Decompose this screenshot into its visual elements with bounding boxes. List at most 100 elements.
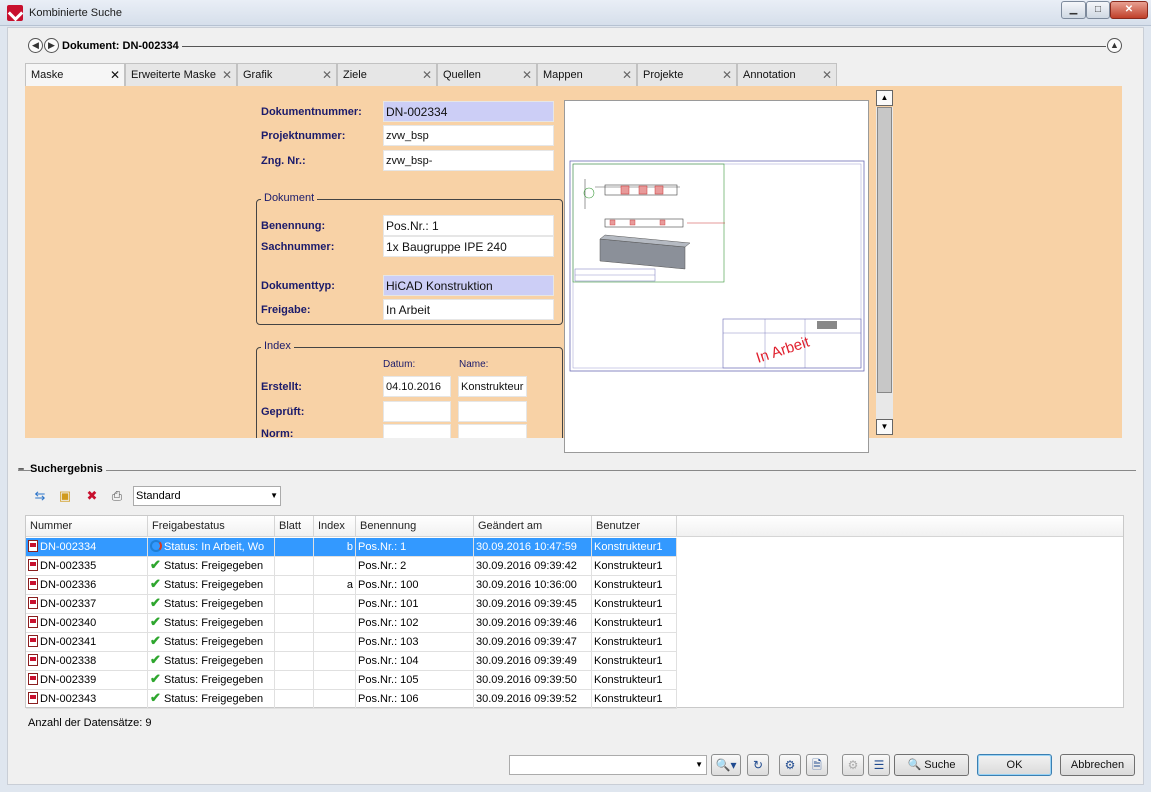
table-row[interactable]: DN-002343 ✔ Status: Freigegeben Pos.Nr.: 10… bbox=[26, 690, 677, 709]
table-cell-benutzer: Konstrukteur1 bbox=[592, 538, 677, 557]
close-tab-icon[interactable]: ✕ bbox=[422, 64, 432, 86]
geprueft-datum-field[interactable] bbox=[383, 401, 451, 422]
datum-column-header: Datum: bbox=[383, 359, 416, 370]
minimize-button[interactable]: ▁ bbox=[1061, 1, 1086, 19]
cell-text: Pos.Nr.: 100 bbox=[358, 579, 419, 591]
document-icon bbox=[28, 540, 38, 552]
column-header-benennung[interactable]: Benennung bbox=[356, 516, 474, 537]
reload-button[interactable]: ↻ bbox=[747, 754, 769, 776]
tab-projekte[interactable]: Projekte ✕ bbox=[637, 63, 737, 86]
table-row[interactable]: DN-002337 ✔ Status: Freigegeben Pos.Nr.: 10… bbox=[26, 595, 677, 614]
projektnummer-field[interactable]: zvw_bsp bbox=[383, 125, 554, 146]
close-tab-icon[interactable]: ✕ bbox=[722, 64, 732, 86]
cell-text: Konstrukteur1 bbox=[594, 636, 663, 648]
table-row[interactable]: DN-002341 ✔ Status: Freigegeben Pos.Nr.: 10… bbox=[26, 633, 677, 652]
table-row[interactable]: DN-002334 Status: In Arbeit, Wo b Pos.Nr.: … bbox=[26, 538, 677, 557]
zng-nr-field[interactable]: zvw_bsp- bbox=[383, 150, 554, 171]
forward-arrow-icon[interactable]: ▶ bbox=[44, 38, 59, 53]
table-row[interactable]: DN-002340 ✔ Status: Freigegeben Pos.Nr.: 10… bbox=[26, 614, 677, 633]
tab-grafik[interactable]: Grafik ✕ bbox=[237, 63, 337, 86]
tab-ziele[interactable]: Ziele ✕ bbox=[337, 63, 437, 86]
mask-scrollbar[interactable]: ▲ ▼ bbox=[876, 90, 893, 436]
cell-text: Pos.Nr.: 103 bbox=[358, 636, 419, 648]
ok-button[interactable]: OK bbox=[977, 754, 1052, 776]
search-options-button[interactable]: 🔍▾ bbox=[711, 754, 741, 776]
freigabe-field[interactable]: In Arbeit bbox=[383, 299, 554, 320]
tab-label: Quellen bbox=[443, 69, 481, 81]
table-cell-geaendert: 30.09.2016 09:39:50 bbox=[474, 671, 592, 690]
close-tab-icon[interactable]: ✕ bbox=[522, 64, 532, 86]
tab-mappen[interactable]: Mappen ✕ bbox=[537, 63, 637, 86]
geprueft-name-field[interactable] bbox=[458, 401, 527, 422]
delete-icon[interactable]: ✖ bbox=[83, 487, 101, 505]
table-cell-geaendert: 30.09.2016 10:36:00 bbox=[474, 576, 592, 595]
cell-text: DN-002335 bbox=[40, 560, 97, 572]
close-tab-icon[interactable]: ✕ bbox=[222, 64, 232, 86]
cell-text: 30.09.2016 09:39:50 bbox=[476, 674, 577, 686]
table-row[interactable]: DN-002339 ✔ Status: Freigegeben Pos.Nr.: 10… bbox=[26, 671, 677, 690]
table-cell-status: Status: In Arbeit, Wo bbox=[148, 538, 275, 557]
close-tab-icon[interactable]: ✕ bbox=[822, 64, 832, 86]
view-select-value: Standard bbox=[136, 490, 181, 502]
view-select[interactable]: Standard ▼ bbox=[133, 486, 281, 506]
refresh-results-icon[interactable]: ⇆ bbox=[31, 487, 49, 505]
column-header-index[interactable]: Index bbox=[314, 516, 356, 537]
erstellt-name-field[interactable]: Konstrukteur bbox=[458, 376, 527, 397]
erstellt-datum-field[interactable]: 04.10.2016 bbox=[383, 376, 451, 397]
cell-text: Konstrukteur1 bbox=[594, 674, 663, 686]
dokumentnummer-field[interactable]: DN-002334 bbox=[383, 101, 554, 122]
settings-button[interactable]: ⚙ bbox=[779, 754, 801, 776]
norm-name-field[interactable] bbox=[458, 424, 527, 438]
column-header-geaendert-am[interactable]: Geändert am bbox=[474, 516, 592, 537]
abbrechen-button[interactable]: Abbrechen bbox=[1060, 754, 1135, 776]
column-header-benutzer[interactable]: Benutzer bbox=[592, 516, 677, 537]
table-cell-index bbox=[314, 614, 356, 633]
cell-text: DN-002341 bbox=[40, 636, 97, 648]
collapse-chevron-icon[interactable]: ▲ bbox=[1107, 38, 1122, 53]
scroll-up-icon[interactable]: ▲ bbox=[876, 90, 893, 106]
table-cell-nummer: DN-002339 bbox=[26, 671, 148, 690]
cell-text: Konstrukteur1 bbox=[594, 598, 663, 610]
scroll-down-icon[interactable]: ▼ bbox=[876, 419, 893, 435]
document-export-button[interactable]: 🗎 bbox=[806, 754, 828, 776]
table-cell-status: ✔ Status: Freigegeben bbox=[148, 652, 275, 671]
list-view-button[interactable]: ☰ bbox=[868, 754, 890, 776]
suche-button[interactable]: 🔍 Suche bbox=[894, 754, 969, 776]
dokumenttyp-field[interactable]: HiCAD Konstruktion bbox=[383, 275, 554, 296]
column-header-freigabestatus[interactable]: Freigabestatus bbox=[148, 516, 275, 537]
tab-quellen[interactable]: Quellen ✕ bbox=[437, 63, 537, 86]
table-row[interactable]: DN-002335 ✔ Status: Freigegeben Pos.Nr.: 2 3… bbox=[26, 557, 677, 576]
close-tab-icon[interactable]: ✕ bbox=[322, 64, 332, 86]
close-tab-icon[interactable]: ✕ bbox=[110, 64, 120, 86]
table-row[interactable]: DN-002336 ✔ Status: Freigegeben a Pos.Nr.: 1… bbox=[26, 576, 677, 595]
cell-text: 30.09.2016 09:39:47 bbox=[476, 636, 577, 648]
sachnummer-field[interactable]: 1x Baugruppe IPE 240 bbox=[383, 236, 554, 257]
maximize-button[interactable]: □ bbox=[1086, 1, 1110, 19]
tab-label: Annotation bbox=[743, 69, 796, 81]
close-window-button[interactable]: ✕ bbox=[1110, 1, 1148, 19]
scroll-thumb[interactable] bbox=[877, 107, 892, 393]
table-cell-blatt bbox=[275, 595, 314, 614]
tab-erweiterte-maske[interactable]: Erweiterte Maske ✕ bbox=[125, 63, 237, 86]
benennung-field[interactable]: Pos.Nr.: 1 bbox=[383, 215, 554, 236]
back-arrow-icon[interactable]: ◀ bbox=[28, 38, 43, 53]
cell-text: Status: Freigegeben bbox=[164, 655, 264, 667]
saved-search-select[interactable]: ▼ bbox=[509, 755, 707, 775]
dokumenttyp-label: Dokumenttyp: bbox=[261, 280, 335, 292]
norm-datum-field[interactable] bbox=[383, 424, 451, 438]
tab-maske[interactable]: Maske ✕ bbox=[25, 63, 125, 86]
close-tab-icon[interactable]: ✕ bbox=[622, 64, 632, 86]
scroll-track[interactable] bbox=[876, 107, 893, 419]
print-icon[interactable]: ⎙ bbox=[108, 487, 126, 505]
table-cell-status: ✔ Status: Freigegeben bbox=[148, 671, 275, 690]
tab-annotation[interactable]: Annotation ✕ bbox=[737, 63, 837, 86]
table-cell-status: ✔ Status: Freigegeben bbox=[148, 690, 275, 709]
collapse-dash-icon[interactable]: – bbox=[18, 463, 24, 475]
table-cell-benutzer: Konstrukteur1 bbox=[592, 614, 677, 633]
disabled-gear-button[interactable]: ⚙ bbox=[842, 754, 864, 776]
table-row[interactable]: DN-002338 ✔ Status: Freigegeben Pos.Nr.: 10… bbox=[26, 652, 677, 671]
document-title: Dokument: DN-002334 bbox=[62, 40, 179, 52]
column-header-nummer[interactable]: Nummer bbox=[26, 516, 148, 537]
export-image-icon[interactable]: ▣ bbox=[56, 487, 74, 505]
column-header-blatt[interactable]: Blatt bbox=[275, 516, 314, 537]
